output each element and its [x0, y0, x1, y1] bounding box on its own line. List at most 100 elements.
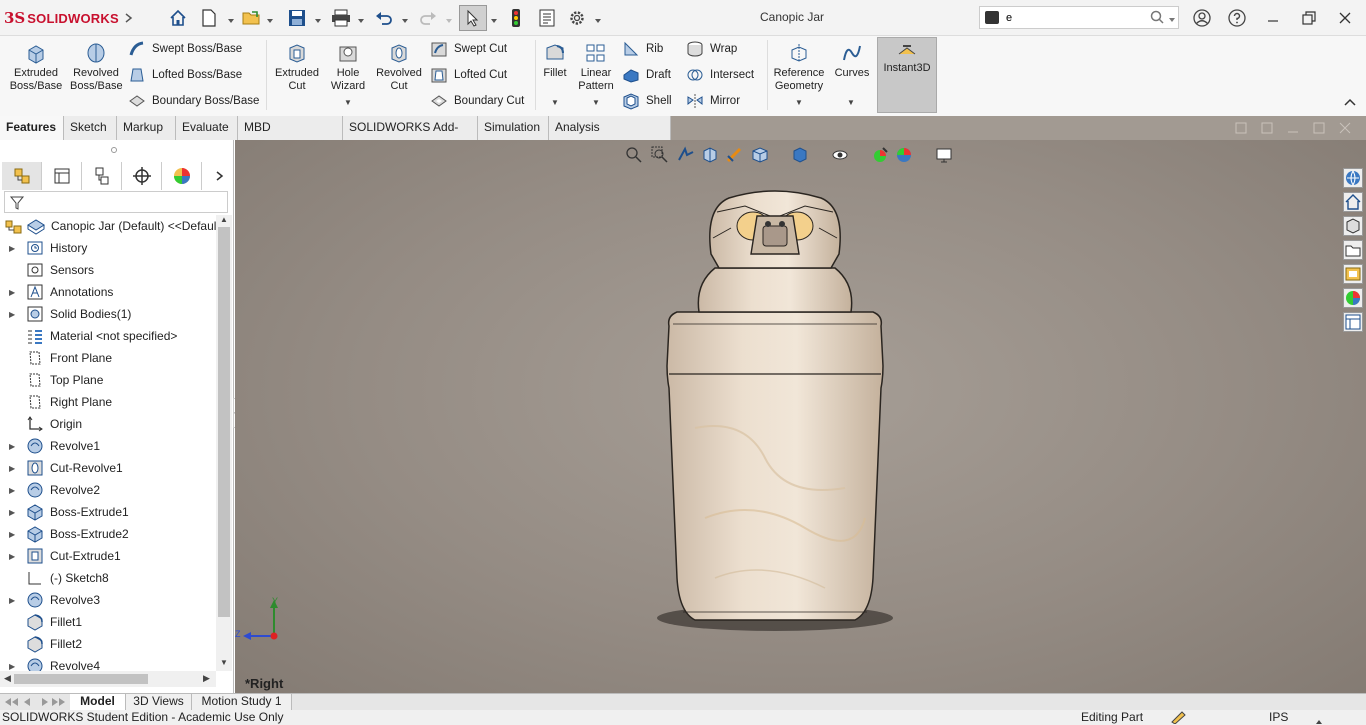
dynamic-annotation-view-icon[interactable] — [725, 146, 743, 164]
close-icon[interactable] — [1331, 6, 1359, 30]
scrollbar-thumb[interactable] — [14, 674, 148, 684]
dimxpert-manager-tab-icon[interactable] — [122, 162, 162, 190]
expand-arrow-icon[interactable]: ▶ — [9, 662, 15, 671]
chevron-down-icon[interactable]: ▼ — [551, 98, 559, 107]
wrap-button[interactable]: Wrap — [686, 39, 737, 59]
tree-horizontal-scrollbar[interactable]: ◀ ▶ — [0, 671, 216, 687]
tree-node[interactable]: ▶ Cut-Revolve1 — [0, 457, 216, 479]
rib-button[interactable]: Rib — [622, 39, 663, 59]
scroll-down-arrow-icon[interactable]: ▼ — [220, 658, 228, 667]
search-icon[interactable] — [1150, 10, 1164, 27]
revolved-cut-button[interactable]: Revolved Cut — [374, 40, 424, 93]
scrollbar-thumb[interactable] — [218, 227, 230, 617]
panel-splitter-handle[interactable] — [111, 147, 117, 153]
configuration-manager-tab-icon[interactable] — [82, 162, 122, 190]
expand-arrow-icon[interactable]: ▶ — [9, 596, 15, 605]
tree-node[interactable]: ▶ Revolve2 — [0, 479, 216, 501]
chevron-down-icon[interactable] — [594, 14, 602, 23]
expand-arrow-icon[interactable]: ▶ — [9, 508, 15, 517]
swept-cut-button[interactable]: Swept Cut — [430, 39, 507, 59]
boundary-cut-button[interactable]: Boundary Cut — [430, 91, 524, 111]
display-manager-tab-icon[interactable] — [162, 162, 202, 190]
gear-icon[interactable] — [565, 6, 589, 30]
tree-node[interactable]: Fillet2 — [0, 633, 216, 655]
property-manager-tab-icon[interactable] — [42, 162, 82, 190]
hide-show-items-icon[interactable] — [831, 146, 849, 164]
new-document-icon[interactable] — [197, 6, 221, 30]
search-input[interactable] — [1006, 10, 1146, 26]
tree-node[interactable]: ▶ History — [0, 237, 216, 259]
design-library-icon[interactable] — [1343, 216, 1363, 236]
display-style-icon[interactable] — [791, 146, 809, 164]
rebuild-traffic-light-icon[interactable] — [504, 6, 528, 30]
apply-scene-icon[interactable] — [895, 146, 913, 164]
tab-mbd-dimensions[interactable]: MBD Dimensions — [238, 116, 343, 157]
tree-vertical-scrollbar[interactable]: ▲ ▼ — [216, 215, 232, 671]
lofted-cut-button[interactable]: Lofted Cut — [430, 65, 507, 85]
boundary-boss-button[interactable]: Boundary Boss/Base — [128, 91, 259, 111]
view-orientation-icon[interactable] — [751, 146, 769, 164]
tree-node[interactable]: Material <not specified> — [0, 325, 216, 347]
chevron-down-icon[interactable] — [490, 14, 498, 23]
tab-motion-study-1[interactable]: Motion Study 1 — [192, 694, 292, 710]
chevron-down-icon[interactable] — [314, 14, 322, 23]
tab-model[interactable]: Model — [70, 694, 126, 710]
search-commands-box[interactable] — [979, 6, 1179, 29]
graphics-area[interactable]: Y Z *Right — [235, 140, 1366, 693]
extruded-boss-button[interactable]: Extruded Boss/Base — [8, 40, 64, 93]
chevron-up-icon[interactable] — [1315, 714, 1323, 725]
previous-view-icon[interactable] — [677, 146, 695, 164]
chevron-down-icon[interactable] — [357, 14, 365, 23]
section-view-icon[interactable] — [701, 146, 719, 164]
file-explorer-icon[interactable] — [1343, 240, 1363, 260]
extruded-cut-button[interactable]: Extruded Cut — [272, 40, 322, 93]
solidworks-resources-icon[interactable] — [1343, 168, 1363, 188]
custom-properties-icon[interactable] — [1343, 312, 1363, 332]
chevron-right-icon[interactable] — [206, 162, 232, 190]
units-selector[interactable]: IPS — [1269, 710, 1288, 725]
feature-filter-field[interactable] — [4, 191, 228, 213]
instant3d-button[interactable]: Instant3D — [877, 37, 937, 113]
scroll-right-arrow-icon[interactable]: ▶ — [203, 673, 210, 684]
home-icon[interactable] — [166, 6, 190, 30]
tab-evaluate[interactable]: Evaluate — [176, 116, 238, 140]
scroll-left-arrow-icon[interactable]: ◀ — [4, 673, 11, 684]
feature-manager-tab-icon[interactable] — [2, 162, 42, 190]
tree-node[interactable]: ▶ Boss-Extrude1 — [0, 501, 216, 523]
chevron-down-icon[interactable]: ▼ — [344, 98, 352, 107]
tab-navigation-arrows[interactable] — [2, 696, 66, 708]
expand-arrow-icon[interactable]: ▶ — [9, 244, 15, 253]
edit-appearance-icon[interactable] — [871, 146, 889, 164]
chevron-down-icon[interactable]: ▼ — [592, 98, 600, 107]
tree-node[interactable]: ▶ Annotations — [0, 281, 216, 303]
tab-3d-views[interactable]: 3D Views — [126, 694, 192, 710]
chevron-down-icon[interactable]: ▼ — [847, 98, 855, 107]
help-icon[interactable] — [1223, 6, 1251, 30]
tab-solidworks-addins[interactable]: SOLIDWORKS Add-Ins — [343, 116, 478, 157]
tab-features[interactable]: Features — [0, 116, 64, 140]
tree-node[interactable]: Front Plane — [0, 347, 216, 369]
tab-analysis-preparation[interactable]: Analysis Preparation — [549, 116, 671, 157]
tree-node[interactable]: ▶ Cut-Extrude1 — [0, 545, 216, 567]
chevron-down-icon[interactable] — [266, 14, 274, 23]
print-icon[interactable] — [329, 6, 353, 30]
reference-geometry-button[interactable]: Reference Geometry — [772, 40, 826, 93]
minimize-icon[interactable] — [1259, 6, 1287, 30]
view-settings-icon[interactable] — [935, 146, 953, 164]
tree-node[interactable]: Sensors — [0, 259, 216, 281]
expand-arrow-icon[interactable]: ▶ — [9, 288, 15, 297]
solidworks-logo[interactable]: 3S SOLIDWORKS — [4, 8, 119, 28]
tree-node[interactable]: (-) Sketch8 — [0, 567, 216, 589]
tab-markup[interactable]: Markup — [117, 116, 176, 140]
select-cursor-icon[interactable] — [459, 5, 487, 31]
expand-arrow-icon[interactable]: ▶ — [9, 530, 15, 539]
curves-button[interactable]: Curves — [832, 40, 872, 80]
tree-node[interactable]: Right Plane — [0, 391, 216, 413]
zoom-to-fit-icon[interactable] — [625, 146, 643, 164]
shell-button[interactable]: Shell — [622, 91, 672, 111]
draft-button[interactable]: Draft — [622, 65, 671, 85]
user-account-icon[interactable] — [1188, 6, 1216, 30]
zoom-to-area-icon[interactable] — [651, 146, 669, 164]
tree-node[interactable]: Top Plane — [0, 369, 216, 391]
mirror-button[interactable]: Mirror — [686, 91, 740, 111]
